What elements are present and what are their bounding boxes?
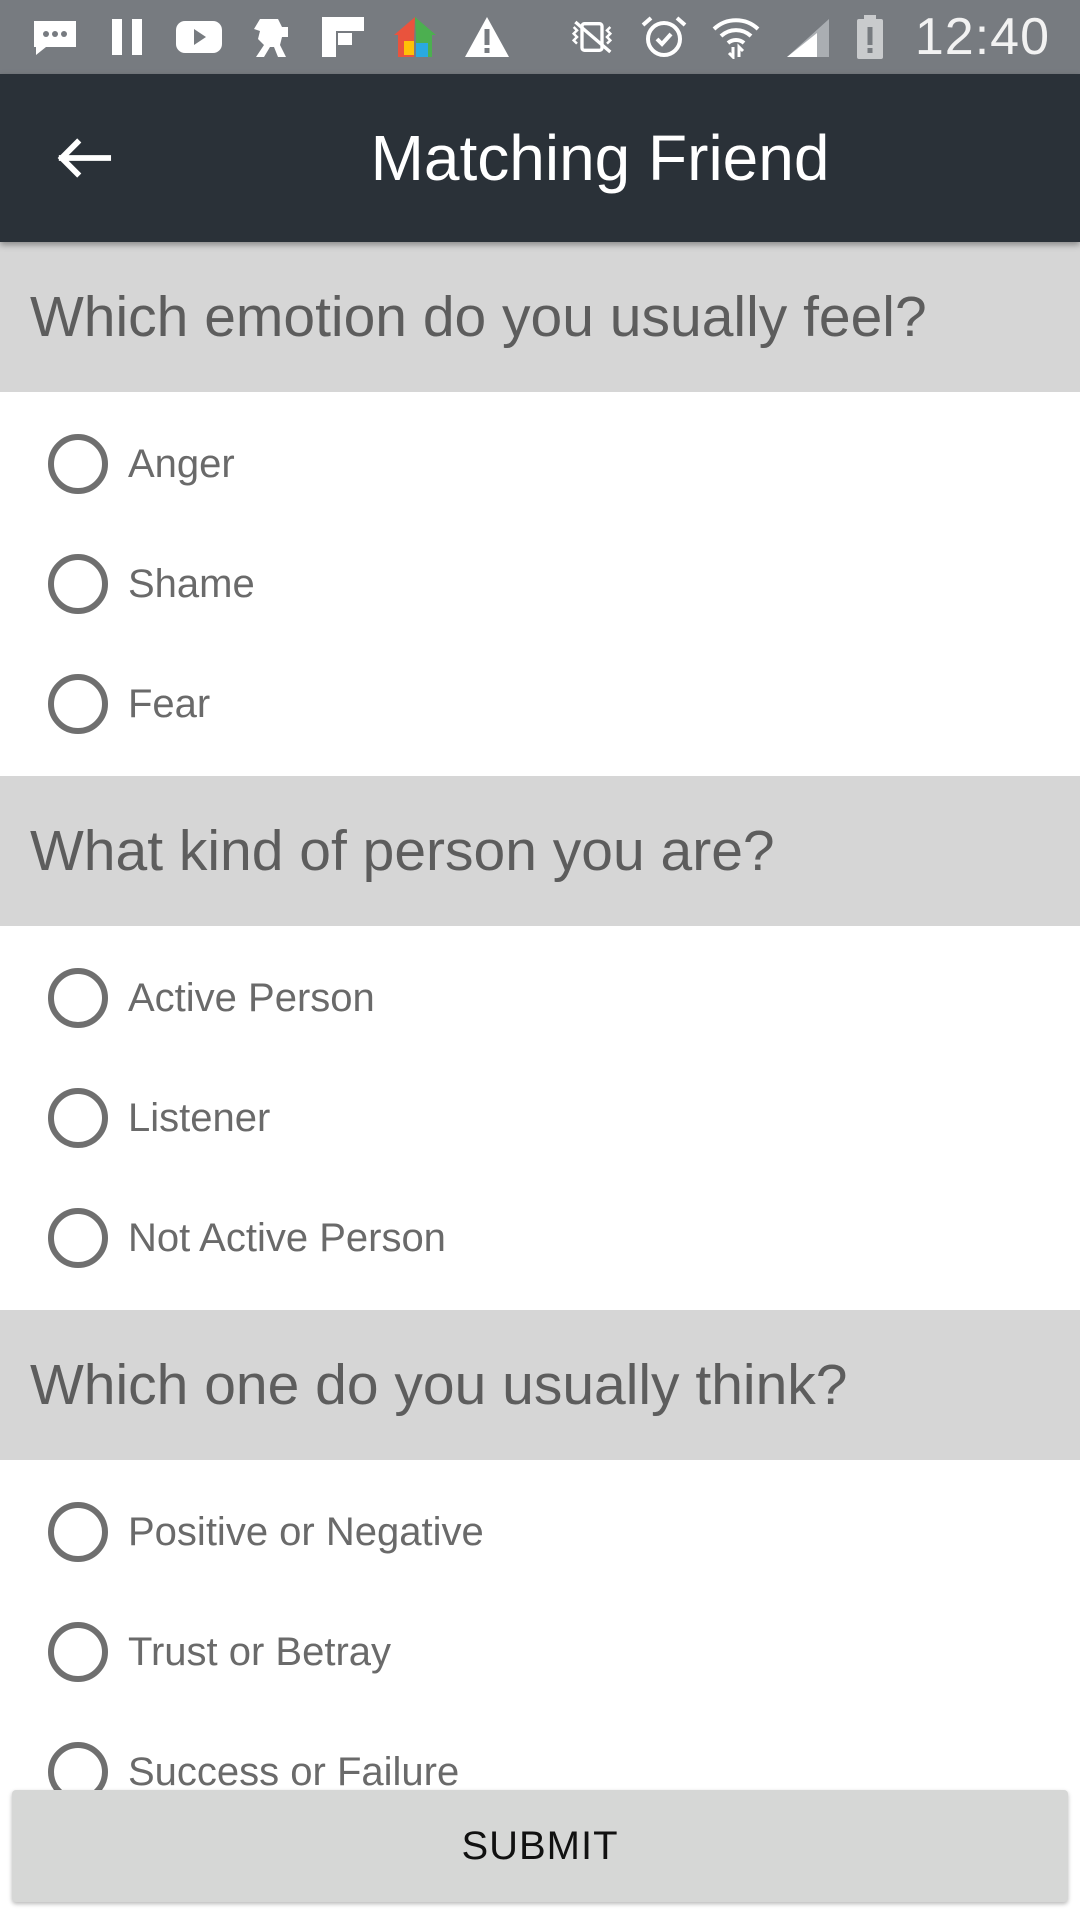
option-shame[interactable]: Shame	[0, 524, 1080, 644]
status-bar: 12:40	[0, 0, 1080, 74]
system-icons: 12:40	[567, 7, 1050, 67]
option-label: Fear	[128, 681, 211, 726]
radio-group-person-type: Active Person Listener Not Active Person	[0, 926, 1080, 1310]
flipboard-icon	[318, 15, 368, 59]
option-listener[interactable]: Listener	[0, 1058, 1080, 1178]
radio-group-emotion: Anger Shame Fear	[0, 392, 1080, 776]
wifi-icon	[711, 15, 761, 59]
radio-button[interactable]	[48, 434, 108, 494]
radio-group-thinking: Positive or Negative Trust or Betray Suc…	[0, 1460, 1080, 1844]
option-positive-negative[interactable]: Positive or Negative	[0, 1472, 1080, 1592]
signal-icon	[783, 15, 833, 59]
question-thinking: Which one do you usually think? Positive…	[0, 1310, 1080, 1844]
option-fear[interactable]: Fear	[0, 644, 1080, 764]
warning-icon	[462, 15, 512, 59]
radio-button[interactable]	[48, 1622, 108, 1682]
option-label: Shame	[128, 561, 255, 606]
arrow-left-icon	[57, 138, 112, 178]
alarm-icon	[639, 15, 689, 59]
option-active-person[interactable]: Active Person	[0, 938, 1080, 1058]
option-label: Listener	[128, 1095, 271, 1140]
radio-button[interactable]	[48, 554, 108, 614]
option-not-active-person[interactable]: Not Active Person	[0, 1178, 1080, 1298]
page-title: Matching Friend	[370, 122, 830, 194]
option-anger[interactable]: Anger	[0, 404, 1080, 524]
option-label: Success or Failure	[128, 1749, 460, 1794]
questionnaire: Which emotion do you usually feel? Anger…	[0, 242, 1080, 1844]
radio-button[interactable]	[48, 968, 108, 1028]
option-label: Not Active Person	[128, 1215, 446, 1260]
option-label: Anger	[128, 441, 235, 486]
pause-icon	[102, 15, 152, 59]
question-title: Which emotion do you usually feel?	[0, 242, 1080, 392]
robot-icon	[246, 15, 296, 59]
home-launcher-icon	[390, 15, 440, 59]
option-label: Positive or Negative	[128, 1509, 484, 1554]
option-label: Active Person	[128, 975, 375, 1020]
clock: 12:40	[914, 8, 1050, 66]
back-button[interactable]	[48, 123, 118, 193]
youtube-icon	[174, 15, 224, 59]
radio-button[interactable]	[48, 1088, 108, 1148]
message-icon	[30, 15, 80, 59]
option-label: Trust or Betray	[128, 1629, 392, 1674]
radio-button[interactable]	[48, 1208, 108, 1268]
vibrate-icon	[567, 15, 617, 59]
submit-button[interactable]: SUBMIT	[12, 1790, 1068, 1902]
notification-icons	[30, 15, 512, 59]
battery-alert-icon	[855, 15, 885, 59]
app-bar: Matching Friend	[0, 74, 1080, 242]
question-emotion: Which emotion do you usually feel? Anger…	[0, 242, 1080, 776]
option-trust-betray[interactable]: Trust or Betray	[0, 1592, 1080, 1712]
radio-button[interactable]	[48, 1502, 108, 1562]
question-title: What kind of person you are?	[0, 776, 1080, 926]
radio-button[interactable]	[48, 674, 108, 734]
question-title: Which one do you usually think?	[0, 1310, 1080, 1460]
question-person-type: What kind of person you are? Active Pers…	[0, 776, 1080, 1310]
